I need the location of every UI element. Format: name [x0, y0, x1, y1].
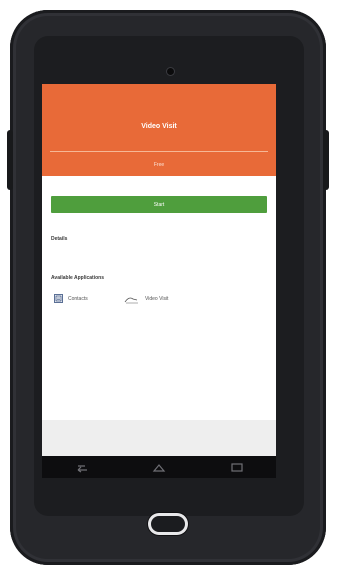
front-camera: [167, 68, 174, 75]
app-item-contacts[interactable]: Contacts: [54, 294, 88, 303]
available-applications-heading: Available Applications: [51, 275, 104, 281]
contacts-icon: [54, 294, 63, 303]
app-item-label: Video Visit: [145, 296, 169, 302]
start-button[interactable]: Start: [51, 196, 267, 213]
side-bumper-right: [323, 130, 329, 190]
side-bumper-left: [7, 130, 13, 190]
home-icon[interactable]: [150, 462, 168, 473]
app-header: Video Visit Free: [42, 84, 276, 176]
app-item-video-visit[interactable]: Video Visit: [124, 294, 168, 304]
header-divider: [50, 151, 268, 152]
bottom-panel: [42, 420, 276, 456]
video-visit-icon: [124, 297, 138, 304]
page-title: Video Visit: [141, 123, 177, 130]
hardware-home-button[interactable]: [148, 513, 188, 535]
details-heading: Details: [51, 236, 68, 242]
back-icon[interactable]: [72, 462, 90, 473]
recents-icon[interactable]: [228, 462, 246, 473]
app-screen: Video Visit Free Start Details Available…: [42, 84, 276, 456]
app-item-label: Contacts: [68, 295, 88, 302]
header-subtitle: Free: [153, 162, 165, 168]
system-nav-bar: [42, 456, 276, 478]
